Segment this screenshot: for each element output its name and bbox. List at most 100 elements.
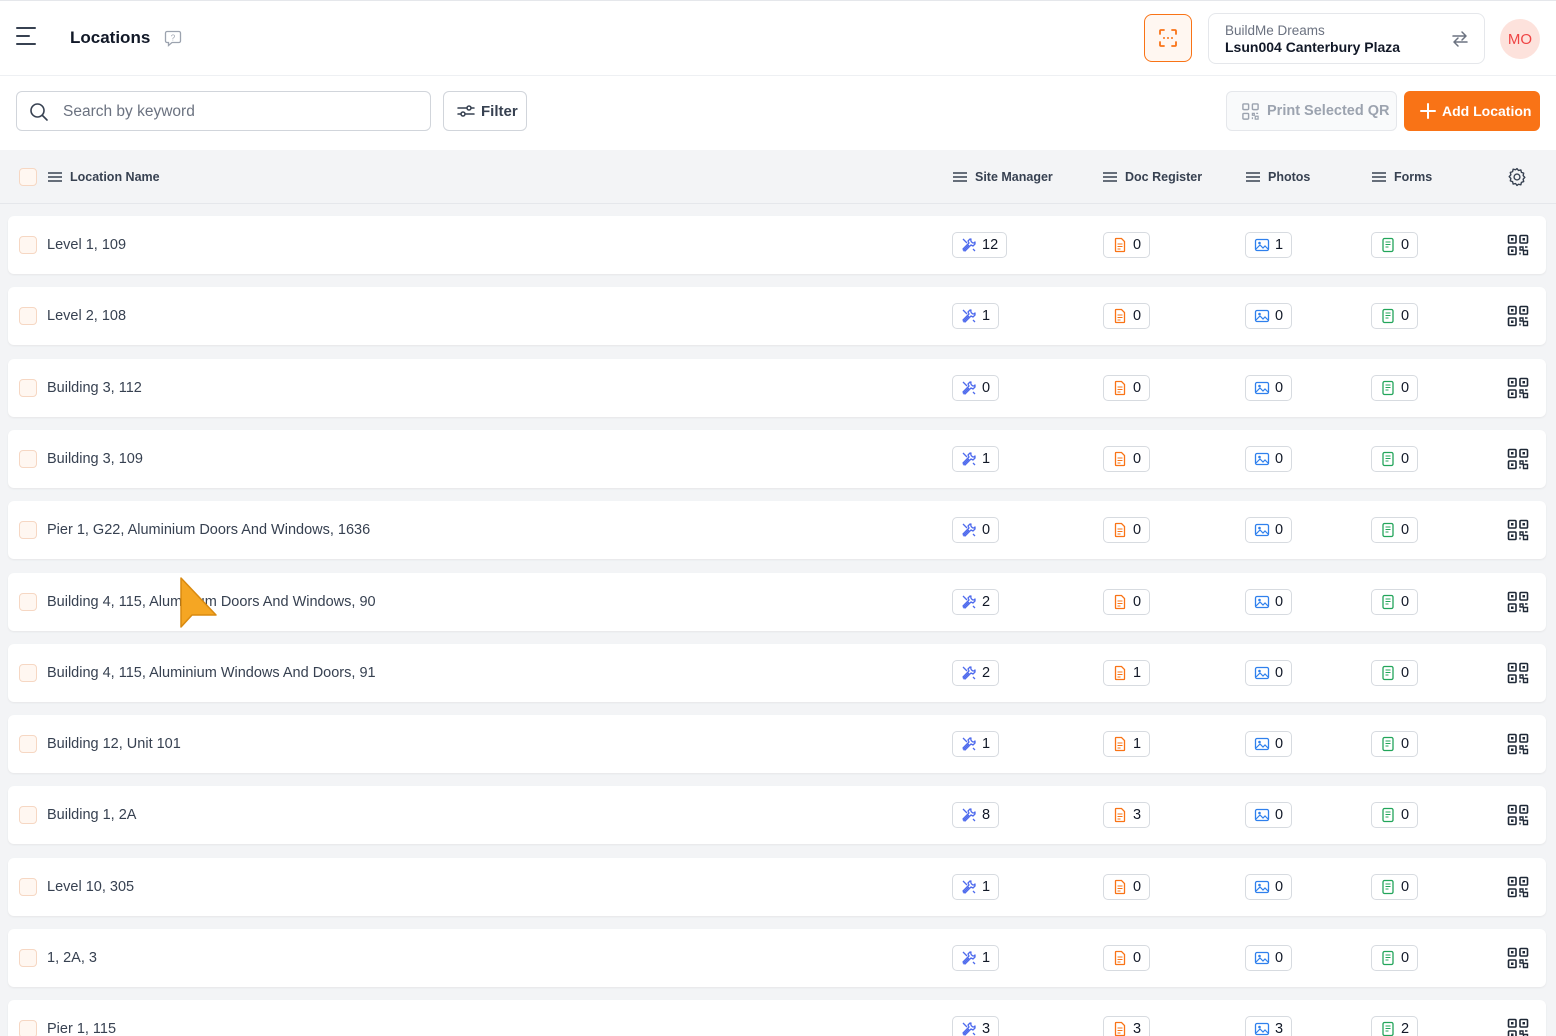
table-row[interactable]: 1, 2A, 3 1 0 0 0 — [8, 929, 1546, 987]
doc-register-count[interactable]: 1 — [1103, 731, 1151, 757]
doc-register-count[interactable]: 3 — [1103, 802, 1151, 828]
doc-register-count[interactable]: 0 — [1103, 303, 1151, 329]
forms-count[interactable]: 0 — [1371, 874, 1419, 900]
add-location-button[interactable]: Add Location — [1404, 91, 1540, 131]
user-avatar[interactable]: MO — [1500, 19, 1540, 59]
row-checkbox[interactable] — [19, 379, 37, 397]
photos-count[interactable]: 3 — [1245, 1016, 1293, 1036]
qr-code-icon[interactable] — [1507, 448, 1529, 470]
photos-count[interactable]: 0 — [1245, 945, 1293, 971]
site-manager-count[interactable]: 2 — [952, 660, 1000, 686]
qr-code-icon[interactable] — [1507, 804, 1529, 826]
doc-register-count[interactable]: 0 — [1103, 232, 1151, 258]
table-row[interactable]: Building 3, 109 1 0 0 0 — [8, 430, 1546, 488]
search-input[interactable] — [63, 100, 413, 124]
photos-count[interactable]: 0 — [1245, 874, 1293, 900]
qr-code-icon[interactable] — [1507, 519, 1529, 541]
table-row[interactable]: Pier 1, 115 3 3 3 2 — [8, 1000, 1546, 1036]
site-manager-count[interactable]: 3 — [952, 1016, 1000, 1036]
site-manager-count[interactable]: 8 — [952, 802, 1000, 828]
qr-code-icon[interactable] — [1507, 305, 1529, 327]
row-checkbox[interactable] — [19, 1020, 37, 1036]
hamburger-menu-icon[interactable] — [16, 27, 40, 49]
row-checkbox[interactable] — [19, 878, 37, 896]
forms-count[interactable]: 0 — [1371, 303, 1419, 329]
doc-register-count[interactable]: 0 — [1103, 375, 1151, 401]
site-manager-count[interactable]: 1 — [952, 874, 1000, 900]
forms-count[interactable]: 0 — [1371, 731, 1419, 757]
row-checkbox[interactable] — [19, 664, 37, 682]
table-row[interactable]: Level 1, 109 12 0 1 0 — [8, 216, 1546, 274]
photos-count[interactable]: 0 — [1245, 731, 1293, 757]
qr-code-icon[interactable] — [1507, 234, 1529, 256]
site-manager-count[interactable]: 1 — [952, 446, 1000, 472]
table-row[interactable]: Level 10, 305 1 0 0 0 — [8, 858, 1546, 916]
column-photos[interactable]: Photos — [1246, 170, 1310, 184]
doc-register-count[interactable]: 0 — [1103, 874, 1151, 900]
doc-register-count[interactable]: 1 — [1103, 660, 1151, 686]
gear-icon[interactable] — [1506, 166, 1528, 188]
scan-qr-button[interactable] — [1144, 14, 1192, 62]
forms-count[interactable]: 0 — [1371, 802, 1419, 828]
column-site-manager[interactable]: Site Manager — [953, 170, 1053, 184]
column-forms[interactable]: Forms — [1372, 170, 1432, 184]
doc-register-count[interactable]: 3 — [1103, 1016, 1151, 1036]
forms-count[interactable]: 0 — [1371, 517, 1419, 543]
qr-code-icon[interactable] — [1507, 733, 1529, 755]
row-checkbox[interactable] — [19, 236, 37, 254]
qr-code-icon[interactable] — [1507, 591, 1529, 613]
forms-count[interactable]: 0 — [1371, 232, 1419, 258]
photos-count[interactable]: 0 — [1245, 375, 1293, 401]
table-row[interactable]: Building 12, Unit 101 1 1 0 0 — [8, 715, 1546, 773]
forms-count[interactable]: 0 — [1371, 375, 1419, 401]
column-location-name[interactable]: Location Name — [48, 170, 160, 184]
row-checkbox[interactable] — [19, 450, 37, 468]
site-manager-count[interactable]: 0 — [952, 375, 1000, 401]
qr-code-icon[interactable] — [1507, 377, 1529, 399]
photos-count[interactable]: 0 — [1245, 303, 1293, 329]
doc-register-count[interactable]: 0 — [1103, 589, 1151, 615]
table-row[interactable]: Building 3, 112 0 0 0 0 — [8, 359, 1546, 417]
forms-count[interactable]: 0 — [1371, 446, 1419, 472]
forms-count[interactable]: 2 — [1371, 1016, 1419, 1036]
print-selected-qr-button[interactable]: Print Selected QR — [1226, 91, 1397, 131]
table-row[interactable]: Building 1, 2A 8 3 0 0 — [8, 786, 1546, 844]
photos-count[interactable]: 0 — [1245, 589, 1293, 615]
site-manager-count[interactable]: 0 — [952, 517, 1000, 543]
help-icon[interactable]: ? — [164, 29, 182, 47]
photos-count[interactable]: 0 — [1245, 517, 1293, 543]
row-checkbox[interactable] — [19, 806, 37, 824]
site-manager-count[interactable]: 1 — [952, 303, 1000, 329]
select-all-checkbox[interactable] — [19, 168, 37, 186]
row-checkbox[interactable] — [19, 735, 37, 753]
project-switcher[interactable]: BuildMe Dreams Lsun004 Canterbury Plaza — [1208, 13, 1485, 64]
forms-count[interactable]: 0 — [1371, 589, 1419, 615]
forms-count[interactable]: 0 — [1371, 945, 1419, 971]
photos-count[interactable]: 0 — [1245, 446, 1293, 472]
table-row[interactable]: Building 4, 115, Aluminium Windows And D… — [8, 644, 1546, 702]
qr-code-icon[interactable] — [1507, 947, 1529, 969]
table-row[interactable]: Pier 1, G22, Aluminium Doors And Windows… — [8, 501, 1546, 559]
site-manager-count[interactable]: 2 — [952, 589, 1000, 615]
table-row[interactable]: Building 4, 115, Aluminium Doors And Win… — [8, 573, 1546, 631]
row-checkbox[interactable] — [19, 949, 37, 967]
site-manager-count[interactable]: 1 — [952, 731, 1000, 757]
qr-code-icon[interactable] — [1507, 876, 1529, 898]
doc-register-count[interactable]: 0 — [1103, 945, 1151, 971]
row-checkbox[interactable] — [19, 307, 37, 325]
filter-button[interactable]: Filter — [443, 91, 527, 131]
site-manager-count[interactable]: 1 — [952, 945, 1000, 971]
photos-count[interactable]: 1 — [1245, 232, 1293, 258]
photos-count[interactable]: 0 — [1245, 802, 1293, 828]
table-row[interactable]: Level 2, 108 1 0 0 0 — [8, 287, 1546, 345]
photos-count[interactable]: 0 — [1245, 660, 1293, 686]
qr-code-icon[interactable] — [1507, 662, 1529, 684]
row-checkbox[interactable] — [19, 593, 37, 611]
column-doc-register[interactable]: Doc Register — [1103, 170, 1202, 184]
qr-code-icon[interactable] — [1507, 1018, 1529, 1036]
row-checkbox[interactable] — [19, 521, 37, 539]
forms-count[interactable]: 0 — [1371, 660, 1419, 686]
doc-register-count[interactable]: 0 — [1103, 517, 1151, 543]
site-manager-count[interactable]: 12 — [952, 232, 1008, 258]
doc-register-count[interactable]: 0 — [1103, 446, 1151, 472]
